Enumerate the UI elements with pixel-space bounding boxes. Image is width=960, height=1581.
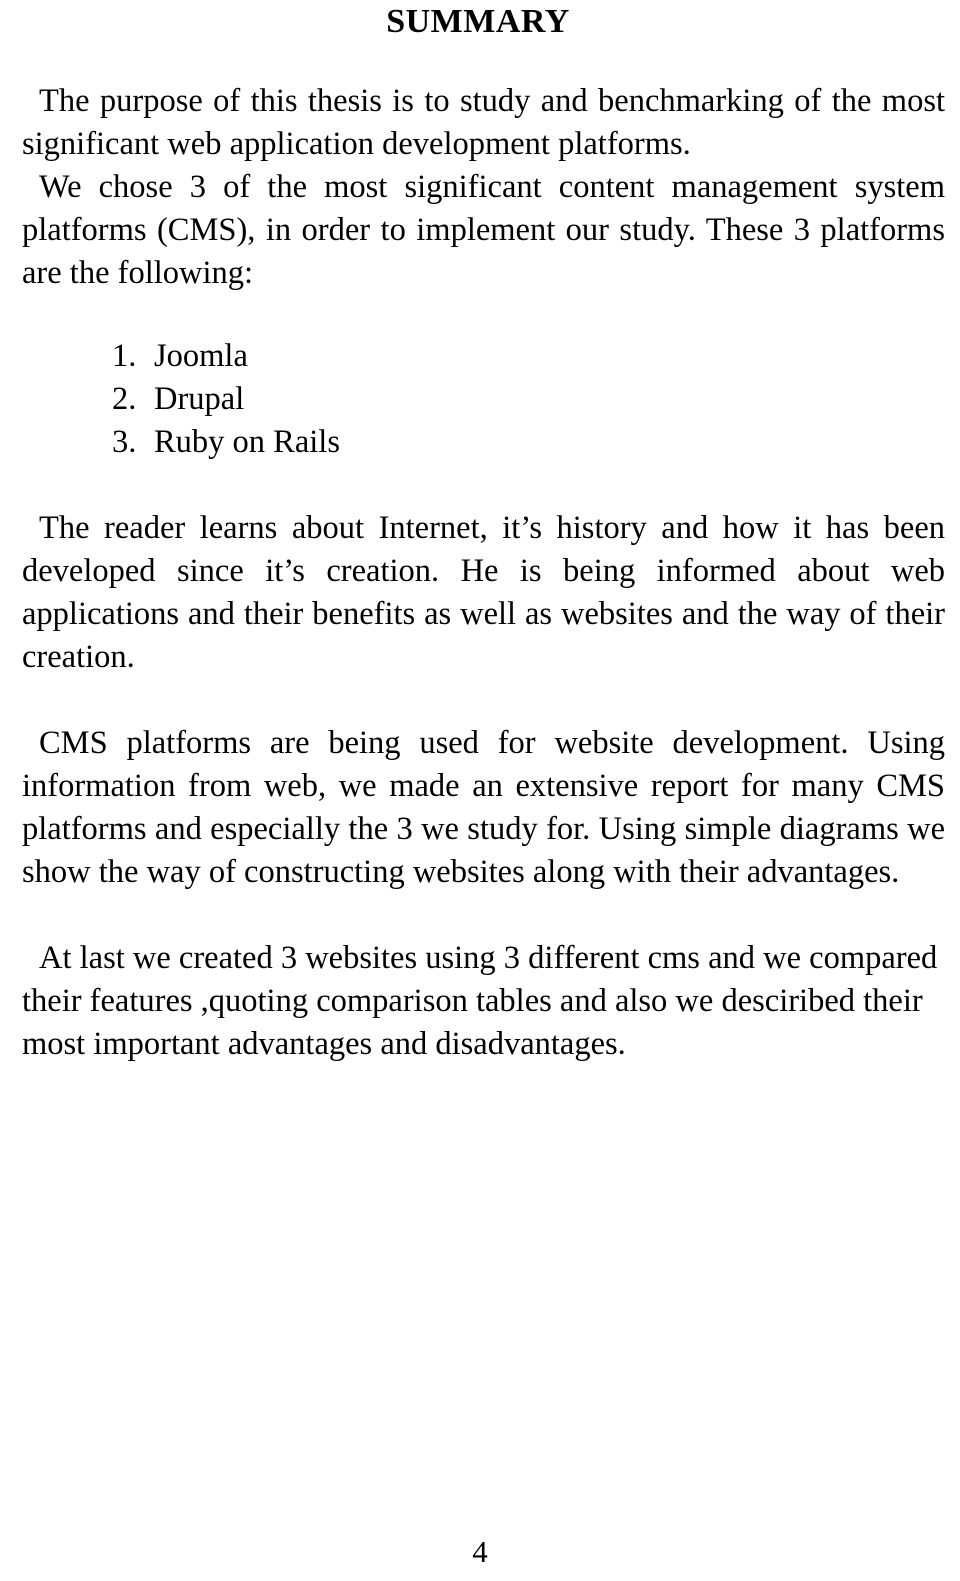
page-content: SUMMARY The purpose of this thesis is to… bbox=[22, 0, 945, 1066]
document-page: SUMMARY The purpose of this thesis is to… bbox=[0, 0, 960, 1581]
list-item: Ruby on Rails bbox=[112, 421, 340, 464]
list-item: Drupal bbox=[112, 378, 245, 421]
paragraph-at-last: At last we created 3 websites using 3 di… bbox=[22, 940, 938, 1062]
page-number: 4 bbox=[472, 1534, 488, 1569]
platform-list: Joomla Drupal Ruby on Rails bbox=[22, 335, 945, 464]
body-text-block: The purpose of this thesis is to study a… bbox=[22, 80, 945, 1066]
paragraph-purpose: The purpose of this thesis is to study a… bbox=[22, 83, 945, 162]
paragraph-cms-platforms-used: CMS platforms are being used for website… bbox=[22, 725, 945, 890]
paragraph-chose-cms: We chose 3 of the most significant conte… bbox=[22, 169, 945, 291]
page-title: SUMMARY bbox=[386, 3, 570, 40]
list-item: Joomla bbox=[112, 335, 248, 378]
paragraph-reader-learns: The reader learns about Internet, it’s h… bbox=[22, 510, 945, 675]
